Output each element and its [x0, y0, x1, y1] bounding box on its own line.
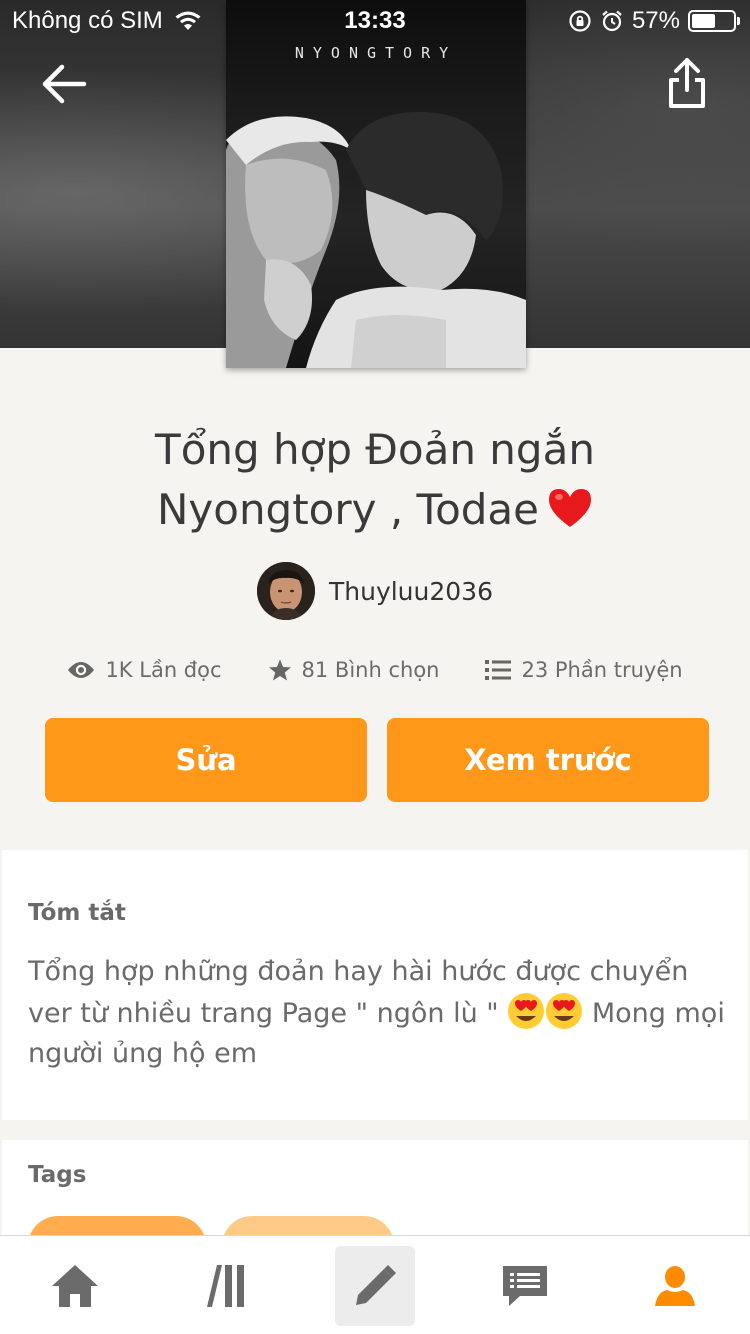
stat-parts-label: 23 Phần truyện	[521, 658, 683, 682]
battery-percent: 57%	[631, 7, 680, 34]
summary-text: Tổng hợp những đoản hay hài hước được ch…	[28, 952, 728, 1074]
alarm-icon	[602, 10, 622, 32]
nav-profile[interactable]	[635, 1246, 715, 1326]
cover-title-text: NYONGTORY	[294, 44, 458, 62]
back-arrow-icon[interactable]	[38, 58, 90, 110]
pencil-icon	[356, 1265, 396, 1305]
battery-level	[692, 14, 715, 28]
list-icon	[485, 660, 512, 680]
edit-button[interactable]: Sửa	[45, 718, 367, 802]
nav-home[interactable]	[35, 1246, 115, 1326]
home-icon	[52, 1265, 98, 1307]
story-title-line2-wrap: Nyongtory , Todae	[40, 480, 710, 540]
story-cover[interactable]: NYONGTORY	[226, 0, 526, 368]
story-title-line1: Tổng hợp Đoản ngắn	[155, 425, 595, 474]
library-icon	[207, 1265, 244, 1307]
summary-heading: Tóm tắt	[28, 900, 126, 926]
story-title-line2: Nyongtory , Todae	[156, 485, 540, 534]
summary-card: Tóm tắt Tổng hợp những đoản hay hài hước…	[2, 850, 748, 1120]
stat-votes-label: 81 Bình chọn	[301, 658, 440, 682]
eye-icon	[68, 662, 95, 678]
author-row[interactable]: Thuyluu2036	[0, 562, 750, 620]
profile-icon	[655, 1266, 695, 1306]
star-icon	[268, 659, 291, 681]
preview-button[interactable]: Xem trước	[387, 718, 709, 802]
stat-parts: 23 Phần truyện	[485, 658, 683, 682]
bottom-navigation	[0, 1235, 750, 1334]
author-name[interactable]: Thuyluu2036	[329, 577, 493, 606]
stat-votes: 81 Bình chọn	[268, 658, 440, 682]
rotation-lock-icon	[569, 10, 591, 32]
avatar-image	[256, 562, 315, 620]
nav-library[interactable]	[186, 1246, 266, 1326]
heart-eyes-emoji-icon	[508, 993, 545, 1029]
nav-write[interactable]	[335, 1246, 415, 1326]
heart-eyes-emoji-icon	[546, 993, 583, 1029]
stat-reads: 1K Lần đọc	[67, 658, 222, 682]
story-stats: 1K Lần đọc 81 Bình chọn 23 Phần truyện	[0, 652, 750, 688]
heart-emoji-icon	[549, 489, 592, 527]
battery-icon	[688, 10, 740, 32]
nav-messages[interactable]	[485, 1246, 565, 1326]
tags-heading: Tags	[28, 1162, 87, 1188]
story-title: Tổng hợp Đoản ngắn Nyongtory , Todae	[40, 420, 710, 540]
status-bar: Không có SIM 13:33 57%	[0, 0, 750, 40]
stat-reads-label: 1K Lần đọc	[105, 658, 222, 682]
status-right: 57%	[568, 7, 740, 35]
messages-icon	[503, 1266, 547, 1306]
share-icon[interactable]	[662, 54, 712, 114]
author-avatar[interactable]	[256, 562, 315, 620]
